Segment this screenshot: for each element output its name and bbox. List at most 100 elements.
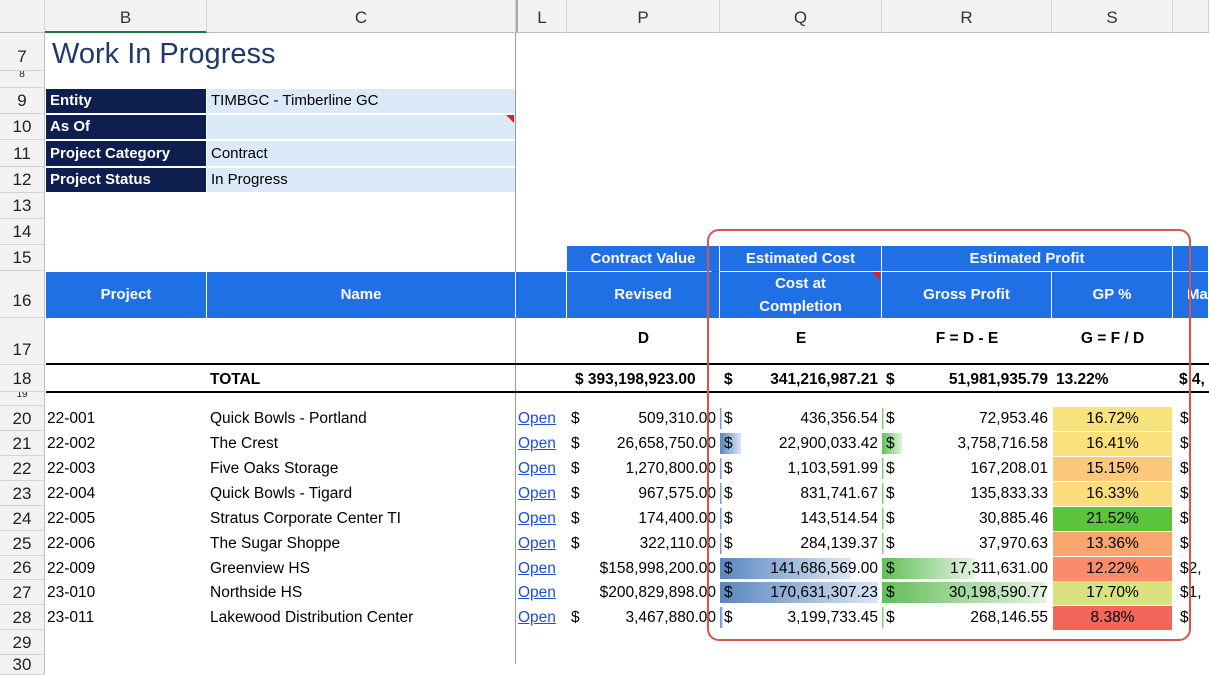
open-link[interactable]: Open — [518, 506, 566, 531]
project-name: Lakewood Distribution Center — [210, 609, 414, 626]
revised-amount: 509,310.00 — [638, 410, 716, 427]
row-header-20[interactable]: 20 — [0, 406, 45, 431]
filter-value-project-status[interactable]: In Progress — [207, 168, 515, 192]
row-header-30[interactable]: 30 — [0, 655, 45, 675]
comment-indicator — [506, 115, 514, 123]
row-header-9[interactable]: 9 — [0, 88, 45, 114]
row-header-23[interactable]: 23 — [0, 481, 45, 506]
open-link[interactable]: Open — [518, 531, 566, 556]
row-header-25[interactable]: 25 — [0, 531, 45, 556]
row-header-18[interactable]: 18 — [0, 365, 45, 392]
revised-value: $322,110.00 — [567, 531, 720, 556]
revised-symbol: $ — [571, 435, 580, 452]
open-link[interactable]: Open — [518, 481, 566, 506]
column-header-b[interactable]: B — [45, 0, 207, 33]
row-header-13[interactable]: 13 — [0, 193, 45, 219]
open-link[interactable]: Open — [518, 605, 566, 630]
project-id: 22-009 — [47, 560, 96, 577]
project-name: The Sugar Shoppe — [210, 535, 341, 552]
revised-amount: $158,998,200.00 — [599, 560, 716, 577]
project-id: 22-006 — [47, 535, 96, 552]
filter-label-project-status: Project Status — [46, 168, 206, 192]
header-project: Project — [46, 272, 207, 318]
revised-value: $3,467,880.00 — [567, 605, 720, 630]
row-header-11[interactable]: 11 — [0, 140, 45, 167]
project-id: 22-001 — [47, 410, 96, 427]
revised-amount: 174,400.00 — [638, 510, 716, 527]
project-id: 23-010 — [47, 584, 96, 601]
row-header-10[interactable]: 10 — [0, 114, 45, 140]
filter-label-project-category: Project Category — [46, 141, 206, 166]
open-link[interactable]: Open — [518, 406, 566, 431]
select-all-corner[interactable] — [0, 0, 45, 33]
header-name: Name — [207, 272, 516, 318]
revised-amount: $200,829,898.00 — [599, 584, 716, 601]
project-name: Stratus Corporate Center TI — [210, 510, 401, 527]
revised-value: $26,658,750.00 — [567, 431, 720, 456]
revised-amount: 322,110.00 — [639, 535, 716, 552]
column-header-q[interactable]: Q — [720, 0, 882, 33]
row-header-27[interactable]: 27 — [0, 580, 45, 605]
page-title: Work In Progress — [52, 38, 276, 70]
group-header-contract-value: Contract Value — [567, 246, 720, 271]
column-header-l[interactable]: L — [516, 0, 567, 33]
highlight-rectangle — [707, 229, 1191, 641]
project-name: Five Oaks Storage — [210, 460, 339, 477]
column-header-r[interactable]: R — [882, 0, 1052, 33]
open-link[interactable]: Open — [518, 456, 566, 481]
revised-symbol: $ — [571, 410, 580, 427]
header-link-column — [516, 272, 567, 318]
revised-value: $158,998,200.00 — [567, 556, 720, 581]
row-header-24[interactable]: 24 — [0, 506, 45, 531]
revised-amount: 3,467,880.00 — [625, 609, 716, 626]
revised-value: $1,270,800.00 — [567, 456, 720, 481]
row-header-15[interactable]: 15 — [0, 245, 45, 271]
project-name: Greenview HS — [210, 560, 310, 577]
formula-revised: D — [637, 330, 650, 347]
column-header-c[interactable]: C — [207, 0, 516, 33]
revised-amount: 967,575.00 — [638, 485, 716, 502]
project-id: 23-011 — [47, 609, 95, 626]
filter-value-project-category[interactable]: Contract — [207, 141, 515, 166]
project-name: Northside HS — [210, 584, 303, 601]
project-id: 22-005 — [47, 510, 96, 527]
revised-symbol: $ — [571, 535, 580, 552]
revised-symbol: $ — [571, 609, 580, 626]
row-header-29[interactable]: 29 — [0, 630, 45, 655]
revised-symbol: $ — [571, 510, 580, 527]
row-header-26[interactable]: 26 — [0, 556, 45, 580]
row-header-12[interactable]: 12 — [0, 167, 45, 193]
column-header-next[interactable] — [1173, 0, 1209, 33]
revised-symbol: $ — [571, 485, 580, 502]
revised-value: $200,829,898.00 — [567, 580, 720, 605]
freeze-pane-divider — [515, 33, 516, 664]
revised-amount: 1,270,800.00 — [625, 460, 716, 477]
revised-value: $509,310.00 — [567, 406, 720, 431]
project-name: Quick Bowls - Portland — [210, 410, 367, 427]
project-name: The Crest — [210, 435, 279, 452]
filter-value-as-of[interactable] — [207, 115, 515, 139]
row-header-17[interactable]: 17 — [0, 318, 45, 365]
row-header-19[interactable]: 19 — [0, 392, 45, 406]
revised-amount: 26,658,750.00 — [616, 435, 716, 452]
row-header-14[interactable]: 14 — [0, 219, 45, 245]
column-header-p[interactable]: P — [567, 0, 720, 33]
project-id: 22-003 — [47, 460, 96, 477]
total-revised: $ 393,198,923.00 — [575, 371, 696, 388]
row-header-22[interactable]: 22 — [0, 456, 45, 481]
row-header-28[interactable]: 28 — [0, 605, 45, 630]
header-revised: Revised — [567, 272, 720, 318]
filter-label-as-of: As Of — [46, 115, 206, 139]
row-header-8[interactable]: 8 — [0, 71, 45, 88]
project-id: 22-004 — [47, 485, 96, 502]
row-header-7[interactable]: 7 — [0, 33, 45, 71]
row-header-21[interactable]: 21 — [0, 431, 45, 456]
column-header-s[interactable]: S — [1052, 0, 1173, 33]
open-link[interactable]: Open — [518, 431, 566, 456]
open-link[interactable]: Open — [518, 556, 566, 581]
row-header-16[interactable]: 16 — [0, 271, 45, 318]
revised-symbol: $ — [571, 460, 580, 477]
filter-value-entity[interactable]: TIMBGC - Timberline GC — [207, 89, 515, 113]
filter-label-entity: Entity — [46, 89, 206, 113]
open-link[interactable]: Open — [518, 580, 566, 605]
